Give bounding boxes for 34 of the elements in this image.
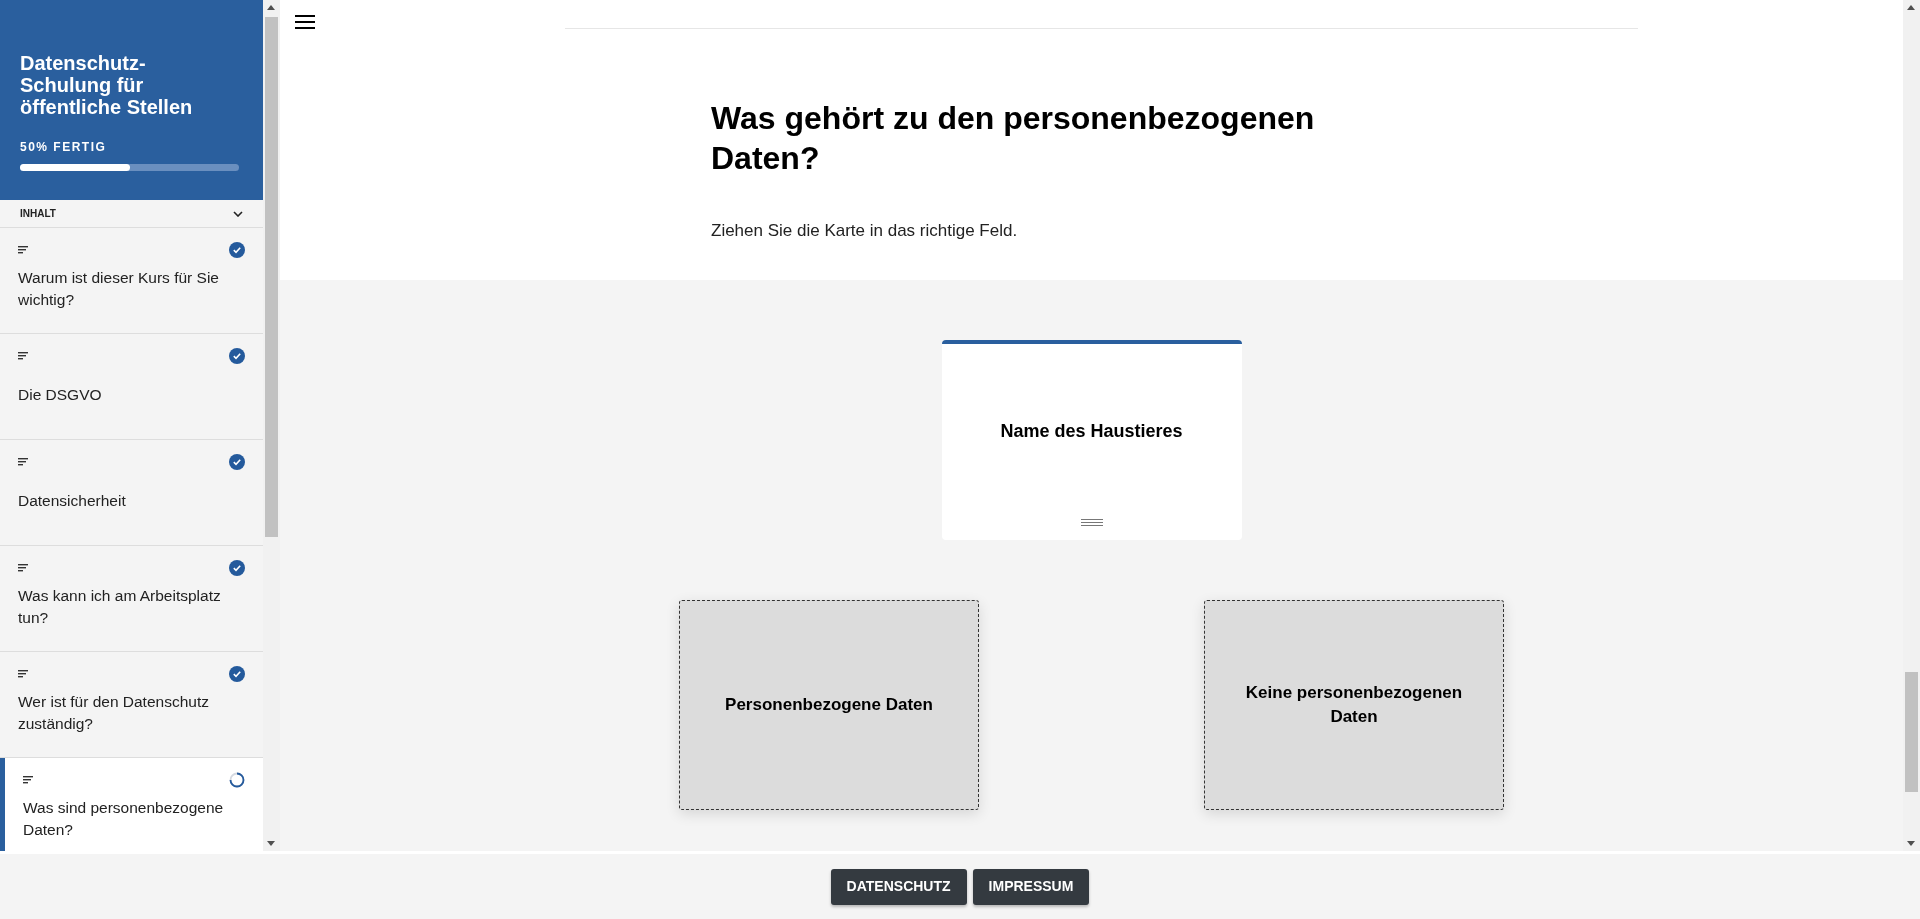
lesson-item[interactable]: Datensicherheit bbox=[0, 440, 263, 546]
drop-zone-label: Personenbezogene Daten bbox=[725, 694, 933, 716]
lesson-title: Was kann ich am Arbeitsplatz tun? bbox=[18, 586, 222, 628]
text-lines-icon bbox=[18, 564, 28, 572]
progress-label: 50% FERTIG bbox=[20, 139, 108, 156]
drop-zone[interactable]: Personenbezogene Daten bbox=[679, 600, 979, 810]
text-lines-icon bbox=[18, 352, 28, 360]
footer-link-button[interactable]: DATENSCHUTZ bbox=[830, 868, 967, 905]
lesson-title: Die DSGVO bbox=[18, 385, 102, 405]
lesson-title: Datensicherheit bbox=[18, 491, 126, 511]
drag-handle-icon bbox=[1080, 519, 1103, 526]
lesson-item[interactable]: Die DSGVO bbox=[0, 334, 263, 440]
drop-zone[interactable]: Keine personenbezogenen Daten bbox=[1204, 600, 1504, 810]
drag-card[interactable]: Name des Haustieres bbox=[941, 340, 1242, 540]
course-title: Datenschutz-Schulung für öffentliche Stellen bbox=[20, 52, 194, 118]
text-lines-icon bbox=[18, 458, 28, 466]
lesson-item[interactable]: Was sind personenbezogene Daten? bbox=[0, 758, 263, 851]
lesson-title: Wer ist für den Datenschutz zuständig? bbox=[18, 692, 210, 734]
menu-icon[interactable] bbox=[295, 14, 315, 30]
lesson-heading: Was gehört zu den personenbezogenen Daten? bbox=[711, 99, 1316, 178]
card-label: Name des Haustieres bbox=[1000, 420, 1183, 443]
lesson-item[interactable]: Warum ist dieser Kurs für Sie wichtig? bbox=[0, 228, 263, 334]
chevron-icon bbox=[233, 210, 243, 217]
lesson-item[interactable]: Was kann ich am Arbeitsplatz tun? bbox=[0, 546, 263, 652]
lesson-title: Was sind personenbezogene Daten? bbox=[23, 798, 225, 840]
instruction-text: Ziehen Sie die Karte in das richtige Feld. bbox=[711, 220, 1019, 242]
drop-zone-label: Keine personenbezogenen Daten bbox=[1244, 682, 1464, 728]
lesson-title: Warum ist dieser Kurs für Sie wichtig? bbox=[18, 268, 220, 310]
text-lines-icon bbox=[18, 246, 28, 254]
text-lines-icon bbox=[18, 670, 28, 678]
lesson-item[interactable]: Wer ist für den Datenschutz zuständig? bbox=[0, 652, 263, 758]
footer-link-button[interactable]: IMPRESSUM bbox=[972, 868, 1090, 905]
contents-toggle[interactable]: INHALT bbox=[0, 200, 263, 228]
text-lines-icon bbox=[23, 776, 33, 784]
